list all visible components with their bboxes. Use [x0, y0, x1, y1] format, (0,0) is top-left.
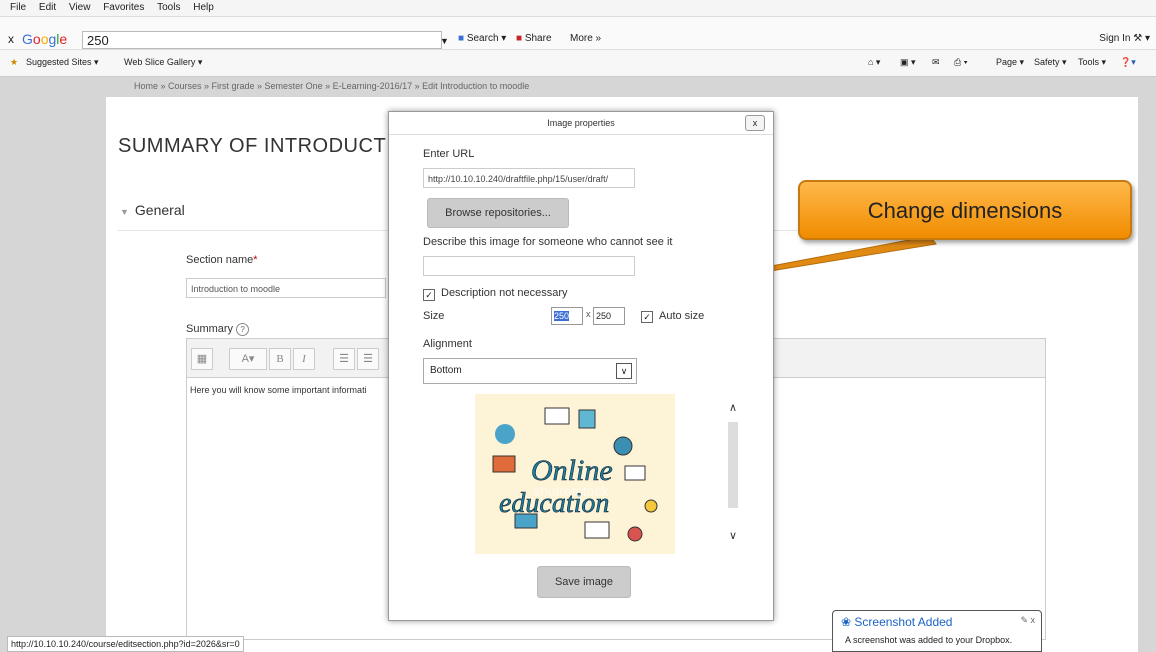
close-icon[interactable]: x: [745, 115, 765, 131]
monitor-doodle: [578, 409, 596, 429]
describe-image-label: Describe this image for someone who cann…: [423, 236, 673, 248]
scroll-down-icon[interactable]: ∨: [727, 530, 739, 542]
browse-repositories-button[interactable]: Browse repositories...: [427, 198, 569, 228]
size-times-label: x: [586, 309, 591, 319]
notification-text: A screenshot was added to your Dropbox.: [845, 635, 1013, 645]
open-book-doodle: [624, 465, 646, 481]
scroll-up-icon[interactable]: ∧: [727, 402, 739, 414]
online-education-illustration: Online education shutterstock: [492, 407, 658, 542]
enter-url-label: Enter URL: [423, 148, 475, 160]
save-image-button[interactable]: Save image: [537, 566, 631, 598]
dialog-title: Image properties: [389, 112, 773, 135]
bell-doodle: [627, 526, 643, 542]
alignment-label: Alignment: [423, 338, 472, 350]
alignment-select[interactable]: Bottom ∨: [423, 358, 637, 384]
width-input[interactable]: 250: [551, 307, 583, 325]
change-dimensions-callout: Change dimensions: [798, 180, 1132, 240]
earth-doodle: [613, 436, 633, 456]
dropbox-icon: ❀: [841, 615, 852, 629]
image-preview: Online education shutterstock: [475, 394, 675, 554]
watermark-text: shutterstock: [533, 483, 609, 499]
globe-doodle: [495, 424, 515, 444]
auto-size-label: Auto size: [659, 310, 705, 322]
chevron-down-icon[interactable]: ∨: [616, 363, 632, 379]
laptop-doodle: [544, 407, 570, 425]
auto-size-checkbox[interactable]: ✓: [641, 311, 653, 323]
book-doodle: [492, 455, 516, 473]
computer-doodle: [584, 521, 610, 539]
lightbulb-doodle: [644, 499, 658, 513]
preview-scrollbar[interactable]: ∧ ∨: [727, 394, 739, 552]
image-description-input[interactable]: [423, 256, 635, 276]
browser-window: File Edit View Favorites Tools Help x Go…: [0, 0, 1156, 652]
notification-controls[interactable]: ✎ x: [1020, 615, 1035, 626]
url-input[interactable]: http://10.10.10.240/draftfile.php/15/use…: [423, 168, 635, 188]
description-not-necessary-checkbox[interactable]: ✓: [423, 289, 435, 301]
scroll-thumb[interactable]: [728, 422, 738, 508]
height-input[interactable]: 250: [593, 307, 625, 325]
image-properties-dialog: Image properties x Enter URL http://10.1…: [388, 111, 774, 621]
size-label: Size: [423, 310, 445, 322]
description-not-necessary-label: Description not necessary: [441, 287, 568, 299]
notification-title: ❀ Screenshot Added: [841, 615, 953, 629]
dropbox-notification[interactable]: ❀ Screenshot Added ✎ x A screenshot was …: [832, 610, 1042, 652]
